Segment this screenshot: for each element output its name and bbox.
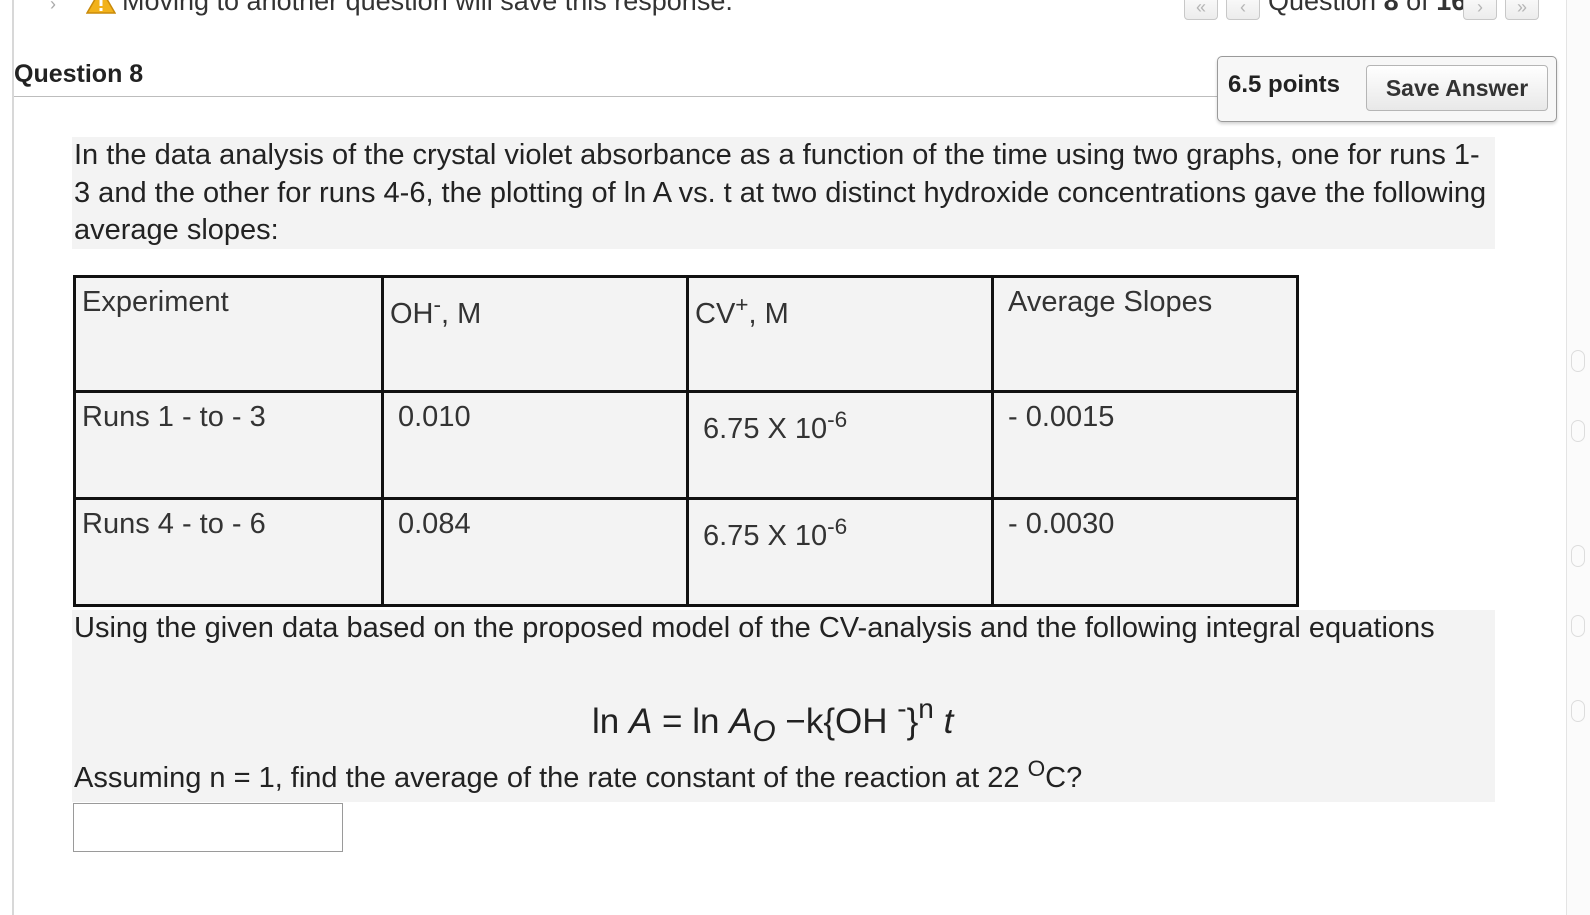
right-scroll-edge — [1566, 0, 1590, 915]
cell-experiment: Runs 1 - to - 3 — [82, 401, 266, 433]
question-instructions: Using the given data based on the propos… — [72, 610, 1495, 802]
cell-slope: - 0.0030 — [1008, 508, 1115, 540]
cell-oh: 0.084 — [398, 508, 471, 540]
question-title: Question 8 — [14, 60, 144, 88]
header-divider — [14, 96, 1224, 97]
previous-question-button[interactable]: ‹ — [1226, 0, 1260, 20]
integral-equation: ln A = ln AO −k{OH -}n t — [592, 692, 954, 749]
current-question-number: 8 — [1383, 0, 1399, 16]
chevron-left-icon: ‹ — [1240, 0, 1246, 17]
total-questions: 16 — [1436, 0, 1467, 16]
last-question-button[interactable]: » — [1505, 0, 1539, 20]
warning-triangle-icon — [86, 0, 116, 14]
first-question-button[interactable]: « — [1184, 0, 1218, 20]
points-value: 6.5 points — [1228, 71, 1341, 98]
header-experiment: Experiment — [82, 286, 229, 318]
cell-oh: 0.010 — [398, 401, 471, 433]
table-row: Runs 4 - to - 6 0.084 6.75 X 10-6 - 0.00… — [73, 497, 1299, 607]
cell-slope: - 0.0015 — [1008, 401, 1115, 433]
save-warning-text: Moving to another question will save thi… — [122, 0, 733, 16]
table-header-row: Experiment OH-, M CV+, M Average Slopes — [73, 275, 1299, 393]
collapse-chevron-icon[interactable]: › — [50, 0, 56, 15]
cell-cv: 6.75 X 10-6 — [703, 406, 848, 445]
double-chevron-left-icon: « — [1195, 0, 1206, 17]
question-counter: Question 8 of 16 — [1268, 0, 1466, 17]
cell-cv: 6.75 X 10-6 — [703, 513, 848, 552]
slopes-table: Experiment OH-, M CV+, M Average Slopes … — [73, 275, 1299, 607]
question-intro: In the data analysis of the crystal viol… — [72, 137, 1495, 249]
save-answer-button[interactable]: Save Answer — [1366, 65, 1548, 111]
instruction-text: Using the given data based on the propos… — [74, 612, 1435, 644]
next-question-button[interactable]: › — [1463, 0, 1497, 20]
header-oh-concentration: OH-, M — [390, 291, 482, 330]
header-cv-concentration: CV+, M — [695, 291, 789, 330]
page-left-border — [12, 0, 14, 915]
double-chevron-right-icon: » — [1516, 0, 1527, 17]
chevron-right-icon: › — [1477, 0, 1483, 17]
header-average-slopes: Average Slopes — [1008, 286, 1213, 318]
answer-input[interactable] — [73, 803, 343, 852]
table-row: Runs 1 - to - 3 0.010 6.75 X 10-6 - 0.00… — [73, 390, 1299, 500]
assumption-text: Assuming n = 1, find the average of the … — [74, 755, 1083, 794]
points-panel: 6.5 points Save Answer — [1217, 56, 1557, 122]
cell-experiment: Runs 4 - to - 6 — [82, 508, 266, 540]
